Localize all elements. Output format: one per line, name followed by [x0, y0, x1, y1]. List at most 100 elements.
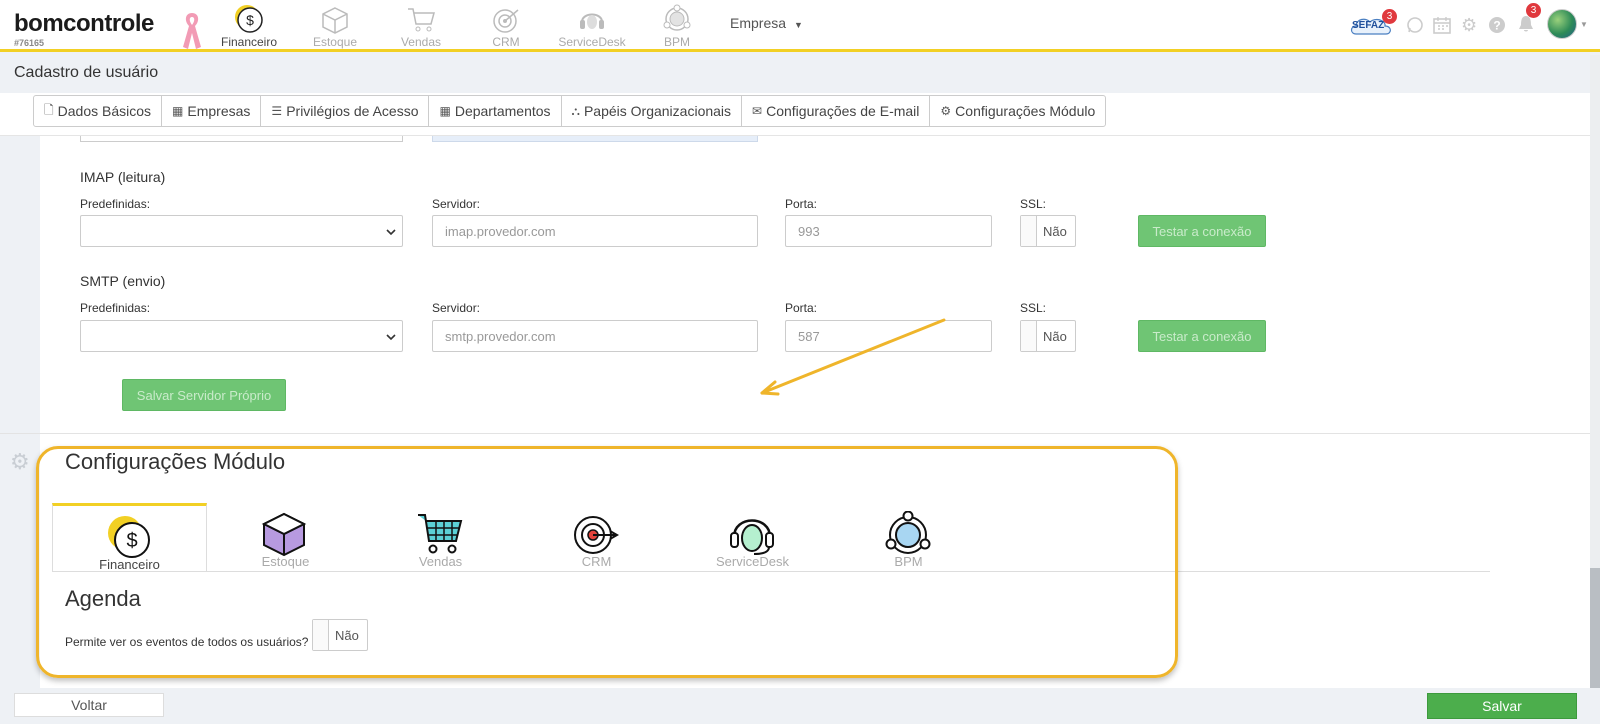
smtp-predef-select[interactable] — [80, 320, 403, 352]
imap-title: IMAP (leitura) — [80, 169, 166, 185]
list-icon: ☰ — [271, 104, 283, 118]
toggle-value: Não — [1043, 224, 1067, 239]
tab-departamentos[interactable]: ▦ Departamentos — [429, 96, 562, 126]
save-own-server-button[interactable]: Salvar Servidor Próprio — [122, 379, 286, 411]
sefaz-button[interactable]: SEFAZ 3 — [1348, 9, 1397, 38]
headset-icon — [549, 4, 635, 34]
top-navbar: bomcontrole #76165 $ Financeiro Estoque … — [0, 0, 1600, 52]
gear-icon: ⚙ — [10, 449, 30, 474]
imap-port-input[interactable]: 993 — [785, 215, 992, 247]
tab-papeis[interactable]: ⛬ Papéis Organizacionais — [562, 96, 743, 126]
tab-label: Privilégios de Acesso — [286, 103, 419, 119]
pink-ribbon-icon — [181, 11, 203, 54]
tab-label: Configurações de E-mail — [766, 103, 920, 119]
footer-bar: Voltar Salvar — [0, 688, 1600, 724]
envelope-icon: ✉ — [752, 104, 763, 118]
nav-module-bpm[interactable]: BPM — [634, 4, 720, 49]
building-icon: ▦ — [439, 104, 451, 118]
whatsapp-icon[interactable] — [1406, 16, 1424, 37]
toggle-knob — [1021, 321, 1037, 351]
file-icon: 🗋 — [44, 102, 54, 117]
imap-test-button[interactable]: Testar a conexão — [1138, 215, 1266, 247]
gear-icon[interactable]: ⚙ — [1461, 16, 1477, 34]
avatar-caret-icon[interactable]: ▼ — [1580, 20, 1588, 29]
imap-server-input[interactable]: imap.provedor.com — [432, 215, 758, 247]
nav-module-servicedesk[interactable]: ServiceDesk — [549, 4, 635, 49]
smtp-title: SMTP (envio) — [80, 273, 166, 289]
save-button[interactable]: Salvar — [1427, 693, 1577, 719]
nav-module-label: Financeiro — [220, 35, 278, 49]
imap-predef-label: Predefinidas: — [80, 197, 151, 211]
back-button[interactable]: Voltar — [14, 693, 164, 717]
nav-module-label: Vendas — [400, 35, 442, 49]
scrollbar-thumb[interactable] — [1590, 568, 1600, 688]
help-icon[interactable]: ? — [1488, 16, 1506, 37]
tab-config-email[interactable]: ✉ Configurações de E-mail — [742, 96, 931, 126]
toggle-value: Não — [1043, 329, 1067, 344]
svg-text:?: ? — [1493, 19, 1500, 33]
nav-module-financeiro[interactable]: $ Financeiro — [206, 4, 292, 49]
imap-port-label: Porta: — [785, 197, 818, 211]
tab-dados-basicos[interactable]: 🗋 Dados Básicos — [34, 96, 163, 126]
sefaz-badge: 3 — [1382, 9, 1397, 24]
main-content: 🗋 Dados Básicos ▦ Empresas ☰ Privilégios de… — [0, 93, 1590, 688]
box-icon — [292, 4, 378, 34]
empresa-dropdown[interactable]: Empresa ▼ — [730, 15, 803, 31]
page-header: Cadastro de usuário — [0, 55, 1600, 93]
cart-icon — [378, 4, 464, 34]
nav-module-label: BPM — [663, 35, 690, 49]
imap-ssl-toggle[interactable]: Não — [1020, 215, 1076, 247]
tab-label: Departamentos — [454, 103, 551, 119]
toggle-knob — [1021, 216, 1037, 246]
building-icon: ▦ — [172, 104, 184, 118]
smtp-ssl-label: SSL: — [1020, 301, 1047, 315]
brand-logo[interactable]: bomcontrole — [14, 10, 154, 38]
caret-down-icon: ▼ — [794, 20, 803, 30]
nav-module-label: ServiceDesk — [558, 35, 626, 49]
highlight-box — [36, 446, 1178, 678]
tab-label: Dados Básicos — [57, 103, 152, 119]
nav-module-estoque[interactable]: Estoque — [292, 4, 378, 49]
smtp-test-button[interactable]: Testar a conexão — [1138, 320, 1266, 352]
tab-config-modulo[interactable]: ⚙ Configurações Módulo — [930, 96, 1105, 126]
section-divider — [0, 433, 1590, 434]
nav-module-crm[interactable]: CRM — [463, 4, 549, 49]
smtp-server-label: Servidor: — [432, 301, 481, 315]
smtp-ssl-toggle[interactable]: Não — [1020, 320, 1076, 352]
previous-field-bottom — [432, 136, 758, 142]
sefaz-label: SEFAZ — [1352, 20, 1385, 31]
svg-text:$: $ — [246, 12, 254, 28]
target-icon — [463, 4, 549, 34]
nav-module-label: CRM — [492, 35, 520, 49]
smtp-server-input[interactable]: smtp.provedor.com — [432, 320, 758, 352]
sitemap-icon: ⛬ — [571, 103, 580, 118]
bell-badge: 3 — [1526, 3, 1541, 18]
network-icon — [634, 4, 720, 34]
account-code: #76165 — [14, 38, 45, 48]
imap-ssl-label: SSL: — [1020, 197, 1047, 211]
tab-label: Papéis Organizacionais — [583, 103, 732, 119]
tab-label: Empresas — [187, 103, 251, 119]
smtp-port-input[interactable]: 587 — [785, 320, 992, 352]
tab-privilegios[interactable]: ☰ Privilégios de Acesso — [261, 96, 430, 126]
chevron-down-icon — [386, 330, 396, 345]
calendar-icon[interactable] — [1433, 16, 1451, 37]
empresa-label: Empresa — [730, 15, 787, 31]
smtp-port-label: Porta: — [785, 301, 818, 315]
tab-empresas[interactable]: ▦ Empresas — [162, 96, 262, 126]
previous-field-bottom — [80, 136, 403, 142]
dollar-coin-icon: $ — [206, 4, 292, 34]
nav-module-label: Estoque — [312, 35, 358, 49]
imap-predef-select[interactable] — [80, 215, 403, 247]
nav-module-vendas[interactable]: Vendas — [378, 4, 464, 49]
user-tabs: 🗋 Dados Básicos ▦ Empresas ☰ Privilégios de… — [33, 95, 1107, 127]
bell-button[interactable]: 3 — [1516, 3, 1541, 36]
left-gutter — [0, 136, 40, 688]
tab-label: Configurações Módulo — [955, 103, 1096, 119]
smtp-predef-label: Predefinidas: — [80, 301, 151, 315]
user-avatar[interactable] — [1547, 9, 1577, 39]
imap-server-label: Servidor: — [432, 197, 481, 211]
gear-icon: ⚙ — [940, 104, 952, 118]
chevron-down-icon — [386, 225, 396, 240]
page-title: Cadastro de usuário — [14, 64, 159, 81]
